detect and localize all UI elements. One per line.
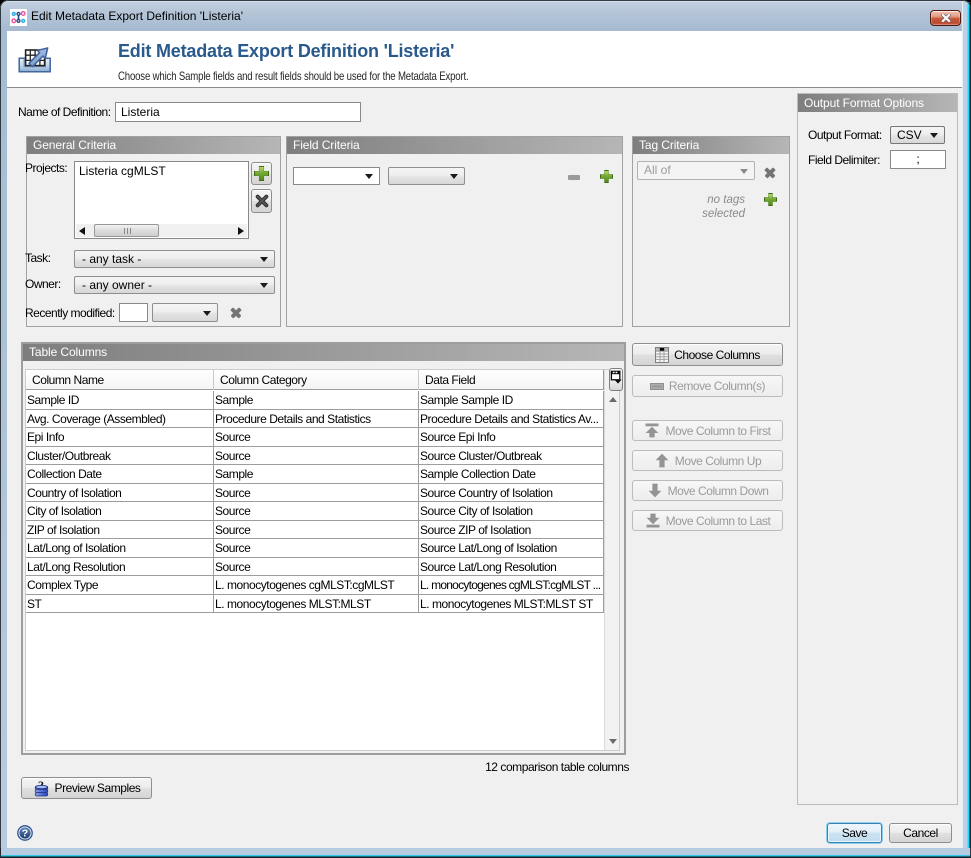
svg-text:?: ? (22, 828, 28, 840)
